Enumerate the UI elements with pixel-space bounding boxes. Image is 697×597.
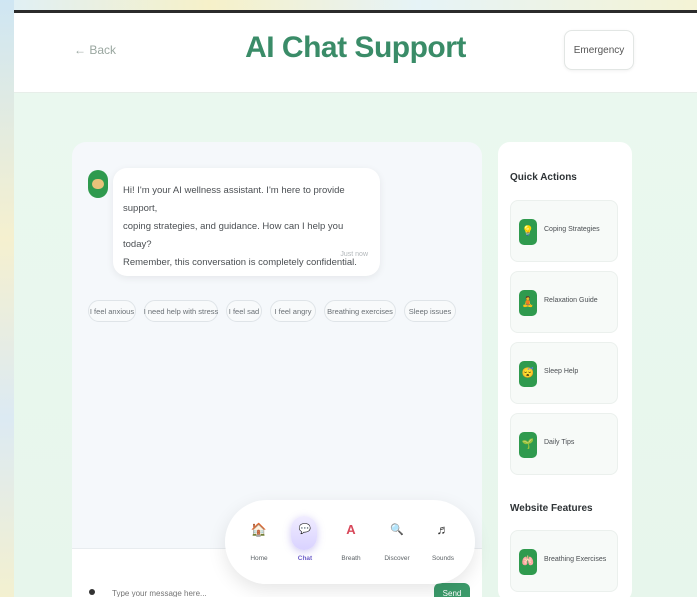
sleep-icon: 😴	[519, 361, 537, 387]
quick-action-label: Daily Tips	[544, 439, 575, 446]
nav-label: Home	[250, 555, 268, 562]
emergency-button[interactable]: Emergency	[564, 30, 634, 70]
quick-reply-chip[interactable]: I feel anxious	[88, 300, 136, 322]
page-header: ← Back AI Chat Support Emergency	[14, 13, 697, 93]
quick-reply-chips: I feel anxious I need help with stress I…	[88, 300, 463, 322]
quick-action-coping-strategies[interactable]: 💡 Coping Strategies	[510, 200, 618, 262]
bot-message-bubble: Hi! I'm your AI wellness assistant. I'm …	[113, 168, 380, 276]
quick-reply-chip[interactable]: Sleep issues	[404, 300, 456, 322]
feature-label: Breathing Exercises	[544, 556, 607, 563]
message-line: coping strategies, and guidance. How can…	[123, 221, 344, 250]
chat-icon: 💬	[298, 524, 312, 535]
left-decor-strip	[0, 0, 14, 597]
message-line: Hi! I'm your AI wellness assistant. I'm …	[123, 185, 345, 214]
nav-label: Chat	[297, 555, 313, 562]
nav-label: Breath	[341, 555, 361, 562]
search-icon: 🔍	[390, 524, 404, 536]
quick-action-sleep-help[interactable]: 😴 Sleep Help	[510, 342, 618, 404]
breath-icon: A	[346, 522, 356, 537]
quick-action-label: Relaxation Guide	[544, 297, 598, 304]
quick-action-relaxation-guide[interactable]: 🧘 Relaxation Guide	[510, 271, 618, 333]
message-line: Remember, this conversation is completel…	[123, 257, 357, 268]
attach-icon[interactable]	[89, 589, 95, 595]
bot-avatar	[88, 170, 108, 198]
message-input[interactable]	[112, 585, 412, 597]
quick-reply-chip[interactable]: Breathing exercises	[324, 300, 396, 322]
bottom-nav: 🏠 Home 💬 Chat A Breath 🔍 Discover ♬ Soun…	[225, 500, 475, 584]
nav-item-sounds[interactable]: ♬ Sounds	[423, 516, 463, 572]
message-timestamp: Just now	[340, 251, 368, 258]
breathing-icon: 🫁	[519, 549, 537, 575]
nav-item-discover[interactable]: 🔍 Discover	[377, 516, 417, 572]
quick-actions-heading: Quick Actions	[510, 172, 577, 183]
send-button[interactable]: Send	[434, 583, 470, 597]
quick-action-label: Coping Strategies	[544, 226, 600, 233]
bot-message-text: Hi! I'm your AI wellness assistant. I'm …	[123, 182, 370, 272]
music-icon: ♬	[436, 522, 450, 537]
tips-icon: 🌱	[519, 432, 537, 458]
quick-action-daily-tips[interactable]: 🌱 Daily Tips	[510, 413, 618, 475]
nav-item-breath[interactable]: A Breath	[331, 516, 371, 572]
quick-reply-chip[interactable]: I feel angry	[270, 300, 316, 322]
quick-reply-chip[interactable]: I need help with stress	[144, 300, 218, 322]
meditation-icon: 🧘	[519, 290, 537, 316]
bot-face-icon	[92, 179, 104, 189]
top-divider	[14, 10, 697, 13]
quick-reply-chip[interactable]: I feel sad	[226, 300, 262, 322]
website-features-heading: Website Features	[510, 503, 593, 514]
quick-action-label: Sleep Help	[544, 368, 579, 375]
home-icon: 🏠	[250, 522, 268, 537]
sidebar: Quick Actions 💡 Coping Strategies 🧘 Rela…	[498, 142, 632, 597]
nav-item-chat[interactable]: 💬 Chat	[285, 516, 325, 572]
lightbulb-icon: 💡	[519, 219, 537, 245]
nav-item-home[interactable]: 🏠 Home	[239, 516, 279, 572]
feature-breathing-exercises[interactable]: 🫁 Breathing Exercises	[510, 530, 618, 592]
nav-label: Discover	[384, 555, 410, 562]
nav-label: Sounds	[431, 555, 455, 562]
